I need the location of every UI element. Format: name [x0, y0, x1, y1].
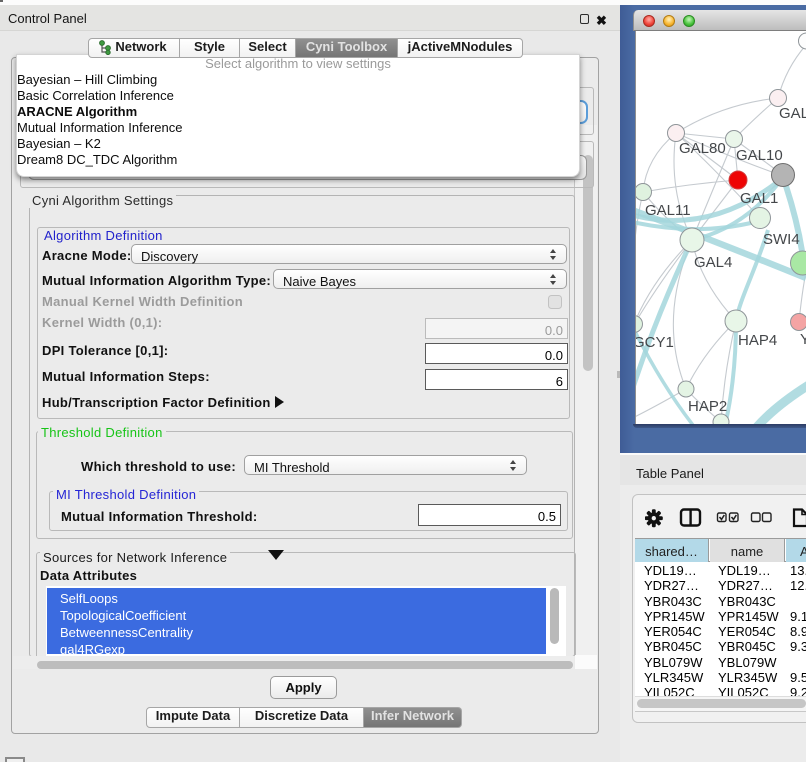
svg-text:HAP2: HAP2 — [688, 398, 727, 415]
svg-text:GCY1: GCY1 — [636, 334, 674, 351]
svg-text:YM: YM — [800, 331, 806, 348]
svg-text:GAL2: GAL2 — [779, 105, 806, 122]
svg-text:GAL4: GAL4 — [694, 254, 732, 271]
svg-text:HAP4: HAP4 — [738, 332, 777, 349]
svg-text:SWI4: SWI4 — [763, 231, 800, 248]
svg-text:GAL80: GAL80 — [679, 140, 726, 157]
svg-text:GAL1: GAL1 — [740, 190, 778, 207]
svg-text:GAL11: GAL11 — [645, 202, 691, 219]
svg-text:GAL10: GAL10 — [736, 147, 783, 164]
